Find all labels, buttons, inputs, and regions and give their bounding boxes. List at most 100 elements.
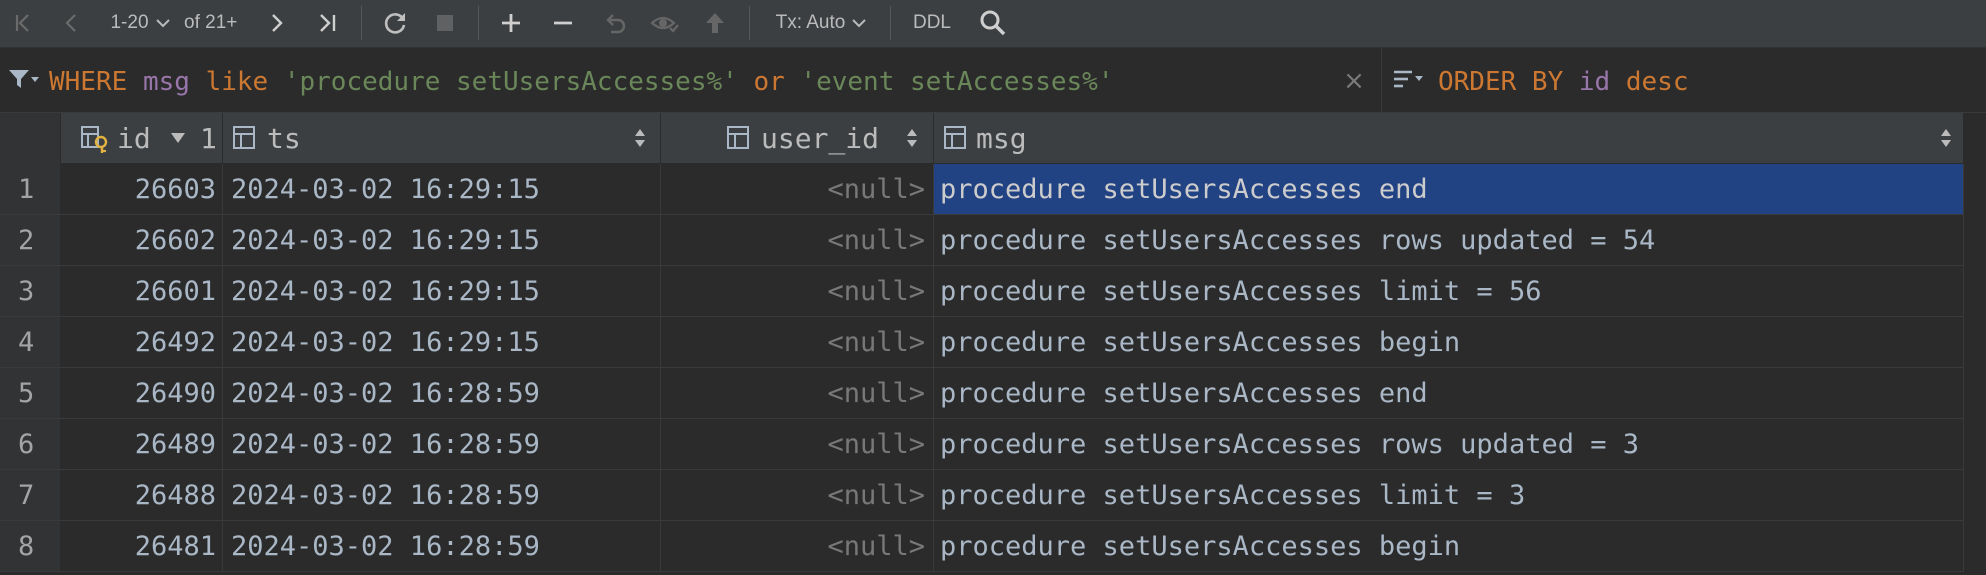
msg-cell[interactable]: procedure setUsersAccesses limit = 56 bbox=[934, 266, 1964, 316]
table-row[interactable]: 6 26489 2024-03-02 16:28:59 <null> procedure… bbox=[0, 419, 1986, 470]
msg-cell[interactable]: procedure setUsersAccesses end bbox=[934, 164, 1964, 214]
column-header-user-id[interactable]: user_id bbox=[661, 113, 934, 164]
sort-toggle-icon bbox=[1941, 129, 1951, 147]
row-number-cell: 4 bbox=[0, 317, 61, 367]
vertical-scrollbar-track[interactable] bbox=[1964, 113, 1986, 575]
plus-icon bbox=[502, 14, 520, 32]
toolbar-separator bbox=[749, 6, 750, 40]
last-page-button[interactable] bbox=[312, 0, 344, 46]
table-row[interactable]: 5 26490 2024-03-02 16:28:59 <null> procedure… bbox=[0, 368, 1986, 419]
preview-changes-button[interactable] bbox=[648, 0, 682, 46]
close-icon: × bbox=[1343, 66, 1365, 96]
id-cell[interactable]: 26489 bbox=[61, 419, 223, 469]
row-number-cell: 8 bbox=[0, 521, 61, 571]
user-id-cell[interactable]: <null> bbox=[661, 215, 934, 265]
page-size-dropdown[interactable]: 1-20 bbox=[106, 0, 176, 46]
user-id-cell[interactable]: <null> bbox=[661, 317, 934, 367]
chevron-down-icon bbox=[155, 19, 170, 28]
id-cell[interactable]: 26488 bbox=[61, 470, 223, 520]
ts-cell[interactable]: 2024-03-02 16:29:15 bbox=[223, 317, 661, 367]
arrow-up-icon bbox=[706, 13, 724, 33]
toolbar-separator bbox=[361, 6, 362, 40]
id-cell[interactable]: 26481 bbox=[61, 521, 223, 571]
refresh-button[interactable] bbox=[378, 0, 412, 46]
column-icon bbox=[727, 126, 749, 149]
sort-order-number: 1 bbox=[200, 122, 217, 155]
user-id-cell[interactable]: <null> bbox=[661, 164, 934, 214]
chevron-right-icon bbox=[272, 14, 283, 32]
submit-button[interactable] bbox=[700, 0, 730, 46]
ts-cell[interactable]: 2024-03-02 16:28:59 bbox=[223, 470, 661, 520]
column-header-msg[interactable]: msg bbox=[934, 113, 1964, 164]
ts-cell[interactable]: 2024-03-02 16:29:15 bbox=[223, 164, 661, 214]
msg-cell[interactable]: procedure setUsersAccesses end bbox=[934, 368, 1964, 418]
result-grid: id 1 ts user_id msg 1 26603 2024-03-02 1… bbox=[0, 113, 1986, 575]
chevron-left-icon bbox=[65, 14, 76, 32]
eye-icon bbox=[650, 16, 679, 33]
ts-cell[interactable]: 2024-03-02 16:28:59 bbox=[223, 419, 661, 469]
id-cell[interactable]: 26602 bbox=[61, 215, 223, 265]
stop-button[interactable] bbox=[430, 0, 460, 46]
previous-page-button[interactable] bbox=[56, 0, 86, 46]
row-number-cell: 7 bbox=[0, 470, 61, 520]
msg-cell[interactable]: procedure setUsersAccesses begin bbox=[934, 521, 1964, 571]
row-number-cell: 3 bbox=[0, 266, 61, 316]
ts-cell[interactable]: 2024-03-02 16:29:15 bbox=[223, 215, 661, 265]
msg-cell[interactable]: procedure setUsersAccesses rows updated … bbox=[934, 419, 1964, 469]
msg-cell[interactable]: procedure setUsersAccesses begin bbox=[934, 317, 1964, 367]
filter-icon bbox=[9, 70, 39, 88]
revert-button[interactable] bbox=[600, 0, 630, 46]
id-cell[interactable]: 26601 bbox=[61, 266, 223, 316]
table-row[interactable]: 4 26492 2024-03-02 16:29:15 <null> procedure… bbox=[0, 317, 1986, 368]
msg-cell[interactable]: procedure setUsersAccesses rows updated … bbox=[934, 215, 1964, 265]
id-cell[interactable]: 26490 bbox=[61, 368, 223, 418]
next-page-button[interactable] bbox=[262, 0, 292, 46]
id-cell[interactable]: 26492 bbox=[61, 317, 223, 367]
user-id-cell[interactable]: <null> bbox=[661, 521, 934, 571]
data-editor-toolbar: 1-20 of 21+ Tx: Auto DDL bbox=[0, 0, 1986, 48]
ts-cell[interactable]: 2024-03-02 16:28:59 bbox=[223, 368, 661, 418]
column-header-id[interactable]: id 1 bbox=[61, 113, 223, 164]
refresh-icon bbox=[384, 13, 406, 34]
minus-icon bbox=[554, 21, 572, 25]
user-id-cell[interactable]: <null> bbox=[661, 266, 934, 316]
filter-history-button[interactable] bbox=[4, 56, 44, 102]
order-history-button[interactable] bbox=[1390, 56, 1426, 102]
table-row[interactable]: 8 26481 2024-03-02 16:28:59 <null> procedure… bbox=[0, 521, 1986, 572]
total-rows-label[interactable]: of 21+ bbox=[184, 0, 250, 46]
first-page-button[interactable] bbox=[6, 0, 40, 46]
order-by-input[interactable]: ORDER BY id desc bbox=[1438, 66, 1688, 98]
add-row-button[interactable] bbox=[496, 0, 526, 46]
sort-toggle-icon bbox=[907, 129, 917, 147]
first-page-icon bbox=[15, 14, 29, 32]
user-id-cell[interactable]: <null> bbox=[661, 419, 934, 469]
msg-cell[interactable]: procedure setUsersAccesses limit = 3 bbox=[934, 470, 1964, 520]
column-icon bbox=[233, 126, 255, 149]
column-header-ts[interactable]: ts bbox=[223, 113, 661, 164]
page-range-label: 1-20 bbox=[110, 12, 149, 33]
search-icon bbox=[980, 10, 1006, 36]
filter-bar: WHERE msg like 'procedure setUsersAccess… bbox=[0, 48, 1986, 113]
user-id-cell[interactable]: <null> bbox=[661, 368, 934, 418]
column-name: id bbox=[117, 122, 151, 155]
ts-cell[interactable]: 2024-03-02 16:28:59 bbox=[223, 521, 661, 571]
table-row[interactable]: 3 26601 2024-03-02 16:29:15 <null> procedure… bbox=[0, 266, 1986, 317]
ddl-button[interactable]: DDL bbox=[906, 0, 958, 46]
undo-icon bbox=[606, 14, 626, 34]
delete-row-button[interactable] bbox=[548, 0, 578, 46]
clear-filter-button[interactable]: × bbox=[1340, 58, 1368, 104]
search-button[interactable] bbox=[976, 0, 1010, 46]
transaction-mode-dropdown[interactable]: Tx: Auto bbox=[772, 0, 872, 46]
table-row[interactable]: 7 26488 2024-03-02 16:28:59 <null> procedure… bbox=[0, 470, 1986, 521]
tx-mode-label: Tx: Auto bbox=[775, 12, 846, 33]
id-cell[interactable]: 26603 bbox=[61, 164, 223, 214]
where-filter-input[interactable]: WHERE msg like 'procedure setUsersAccess… bbox=[49, 66, 1114, 98]
table-row[interactable]: 2 26602 2024-03-02 16:29:15 <null> procedure… bbox=[0, 215, 1986, 266]
last-page-icon bbox=[320, 14, 336, 32]
ts-cell[interactable]: 2024-03-02 16:29:15 bbox=[223, 266, 661, 316]
user-id-cell[interactable]: <null> bbox=[661, 470, 934, 520]
table-row[interactable]: 1 26603 2024-03-02 16:29:15 <null> procedure… bbox=[0, 164, 1986, 215]
row-number-header bbox=[0, 113, 61, 164]
toolbar-separator bbox=[890, 6, 891, 40]
column-icon bbox=[944, 126, 966, 149]
